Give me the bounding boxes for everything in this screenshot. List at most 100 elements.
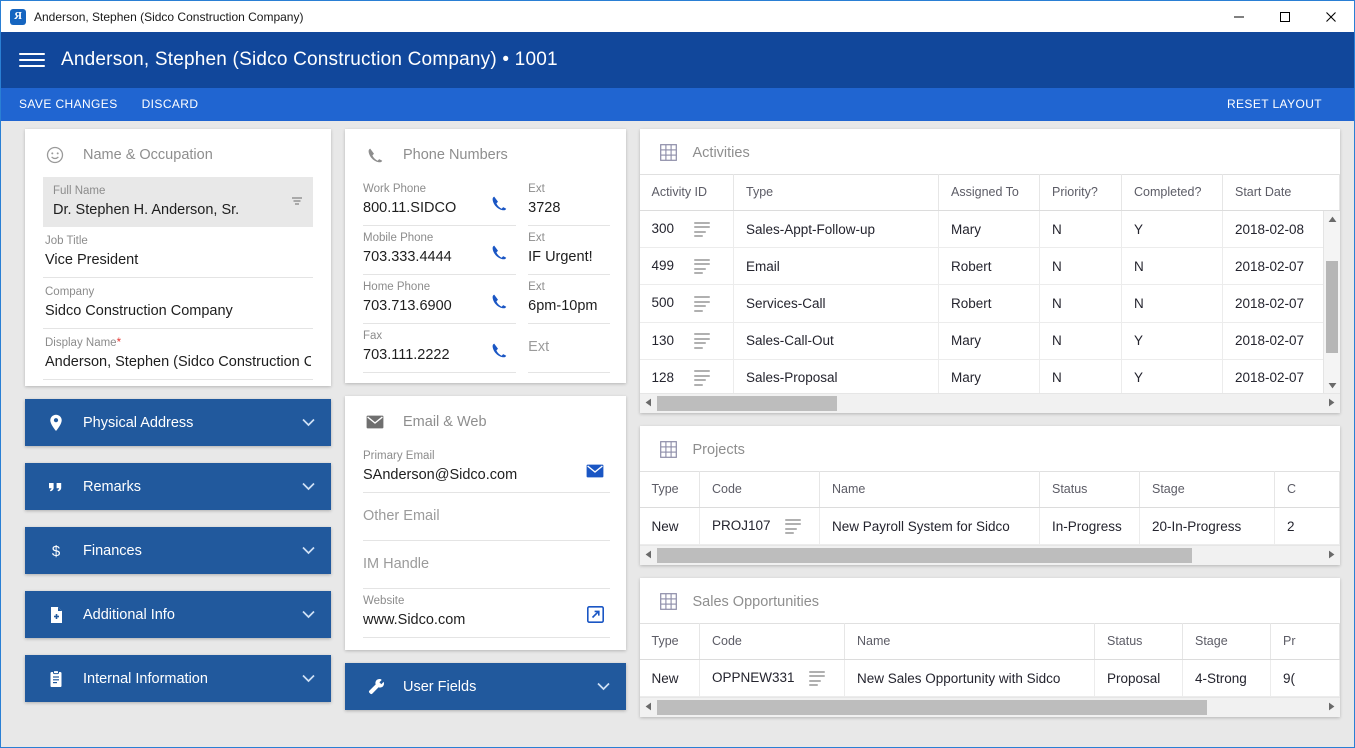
column-header-extra[interactable]: C	[1275, 472, 1340, 508]
chevron-down-icon[interactable]	[597, 679, 610, 694]
table-row[interactable]: 128 Sales-Proposal Mary N Y 2018-02-07	[640, 359, 1324, 393]
chevron-down-icon[interactable]	[302, 479, 315, 494]
send-mail-icon[interactable]	[586, 464, 604, 483]
primary-email-field[interactable]: Primary Email SAnderson@Sidco.com	[363, 444, 610, 493]
scroll-thumb[interactable]	[1326, 261, 1338, 353]
phone-call-icon[interactable]	[491, 244, 508, 266]
scroll-right-arrow-icon[interactable]	[1323, 398, 1340, 409]
table-row[interactable]: New PROJ107 New Payroll System for Sidco…	[640, 508, 1340, 545]
scroll-left-arrow-icon[interactable]	[640, 398, 657, 409]
phone-call-icon[interactable]	[491, 195, 508, 217]
chevron-down-icon[interactable]	[302, 543, 315, 558]
scroll-left-arrow-icon[interactable]	[640, 550, 657, 561]
phone-call-icon[interactable]	[491, 342, 508, 364]
maximize-icon[interactable]	[1262, 1, 1308, 32]
scroll-right-arrow-icon[interactable]	[1323, 702, 1340, 713]
scroll-left-arrow-icon[interactable]	[640, 702, 657, 713]
row-menu-icon[interactable]	[694, 333, 710, 349]
email-web-title: Email & Web	[403, 414, 487, 430]
mobile-phone-ext-field[interactable]: Ext IF Urgent!	[528, 226, 609, 275]
scroll-right-arrow-icon[interactable]	[1323, 550, 1340, 561]
activities-horizontal-scrollbar[interactable]	[640, 393, 1341, 413]
display-name-field[interactable]: Display Name* Anderson, Stephen (Sidco C…	[43, 329, 313, 380]
scroll-down-arrow-icon[interactable]	[1324, 377, 1340, 393]
job-title-field[interactable]: Job Title Vice President	[43, 227, 313, 278]
column-header-start-date[interactable]: Start Date	[1223, 175, 1340, 211]
activity-start-date-value: 2018-02-07	[1223, 359, 1324, 393]
sidebar-item-remarks[interactable]: Remarks	[25, 463, 331, 510]
column-header-status[interactable]: Status	[1040, 472, 1140, 508]
full-name-field[interactable]: Full Name Dr. Stephen H. Anderson, Sr.	[43, 177, 313, 227]
column-header-name[interactable]: Name	[820, 472, 1040, 508]
filter-list-icon[interactable]	[289, 193, 307, 211]
column-header-stage[interactable]: Stage	[1140, 472, 1275, 508]
column-header-completed[interactable]: Completed?	[1122, 175, 1223, 211]
activity-start-date-value: 2018-02-07	[1223, 322, 1324, 359]
row-menu-icon[interactable]	[694, 296, 710, 312]
sidebar-item-finances[interactable]: $ Finances	[25, 527, 331, 574]
row-menu-icon[interactable]	[694, 259, 710, 275]
table-row[interactable]: 499 Email Robert N N 2018-02-07	[640, 248, 1324, 285]
column-header-activity-id[interactable]: Activity ID	[640, 175, 734, 211]
sales-opportunities-horizontal-scrollbar[interactable]	[640, 697, 1341, 717]
company-field[interactable]: Company Sidco Construction Company	[43, 278, 313, 329]
sidebar-item-physical-address[interactable]: Physical Address	[25, 399, 331, 446]
column-header-status[interactable]: Status	[1095, 624, 1183, 660]
mobile-phone-field[interactable]: Mobile Phone 703.333.4444	[363, 226, 516, 275]
work-phone-row: Work Phone 800.11.SIDCO Ext 3728	[363, 177, 610, 226]
reset-layout-button[interactable]: RESET LAYOUT	[1215, 88, 1334, 121]
projects-horizontal-scrollbar[interactable]	[640, 545, 1341, 565]
fax-ext-field[interactable]: Ext	[528, 324, 609, 373]
scroll-thumb[interactable]	[657, 548, 1192, 563]
hamburger-menu-icon[interactable]	[19, 50, 45, 70]
sidebar-item-user-fields[interactable]: User Fields	[345, 663, 626, 710]
fax-field[interactable]: Fax 703.111.2222	[363, 324, 516, 373]
chevron-down-icon[interactable]	[302, 415, 315, 430]
row-menu-icon[interactable]	[809, 671, 825, 687]
hscroll-track[interactable]	[657, 396, 1324, 411]
row-menu-icon[interactable]	[694, 222, 710, 238]
column-header-code[interactable]: Code	[700, 624, 845, 660]
home-phone-ext-field[interactable]: Ext 6pm-10pm	[528, 275, 609, 324]
column-header-assigned-to[interactable]: Assigned To	[939, 175, 1040, 211]
row-menu-icon[interactable]	[694, 370, 710, 386]
close-icon[interactable]	[1308, 1, 1354, 32]
main-content: Name & Occupation Full Name Dr. Stephen …	[1, 121, 1354, 747]
work-phone-ext-field[interactable]: Ext 3728	[528, 177, 609, 226]
chevron-down-icon[interactable]	[302, 671, 315, 686]
im-handle-field[interactable]: IM Handle	[363, 541, 610, 589]
column-header-type[interactable]: Type	[734, 175, 939, 211]
column-header-type[interactable]: Type	[640, 472, 700, 508]
table-row[interactable]: New OPPNEW331 New Sales Opportunity with…	[640, 660, 1340, 697]
column-header-probability[interactable]: Pr	[1271, 624, 1340, 660]
hscroll-track[interactable]	[657, 700, 1324, 715]
sidebar-item-internal-information[interactable]: Internal Information	[25, 655, 331, 702]
minimize-icon[interactable]	[1216, 1, 1262, 32]
column-header-type[interactable]: Type	[640, 624, 700, 660]
table-row[interactable]: 300 Sales-Appt-Follow-up Mary N Y 2018-0…	[640, 211, 1324, 248]
open-external-icon[interactable]	[587, 606, 604, 628]
column-header-code[interactable]: Code	[700, 472, 820, 508]
phone-call-icon[interactable]	[491, 293, 508, 315]
scroll-up-arrow-icon[interactable]	[1324, 211, 1340, 227]
table-row[interactable]: 500 Services-Call Robert N N 2018-02-07	[640, 285, 1324, 322]
website-field[interactable]: Website www.Sidco.com	[363, 589, 610, 638]
save-changes-button[interactable]: SAVE CHANGES	[19, 88, 130, 121]
sidebar-item-additional-info[interactable]: Additional Info	[25, 591, 331, 638]
fax-row: Fax 703.111.2222 Ext	[363, 324, 610, 373]
row-menu-icon[interactable]	[785, 519, 801, 535]
activities-vertical-scrollbar[interactable]	[1323, 211, 1340, 393]
scroll-thumb[interactable]	[657, 700, 1207, 715]
discard-button[interactable]: DISCARD	[130, 88, 211, 121]
column-header-stage[interactable]: Stage	[1183, 624, 1271, 660]
column-header-name[interactable]: Name	[845, 624, 1095, 660]
home-phone-field[interactable]: Home Phone 703.713.6900	[363, 275, 516, 324]
chevron-down-icon[interactable]	[302, 607, 315, 622]
hscroll-track[interactable]	[657, 548, 1324, 563]
scroll-thumb[interactable]	[657, 396, 837, 411]
column-header-priority[interactable]: Priority?	[1040, 175, 1122, 211]
required-marker: *	[117, 337, 121, 349]
work-phone-field[interactable]: Work Phone 800.11.SIDCO	[363, 177, 516, 226]
other-email-field[interactable]: Other Email	[363, 493, 610, 541]
table-row[interactable]: 130 Sales-Call-Out Mary N Y 2018-02-07	[640, 322, 1324, 359]
